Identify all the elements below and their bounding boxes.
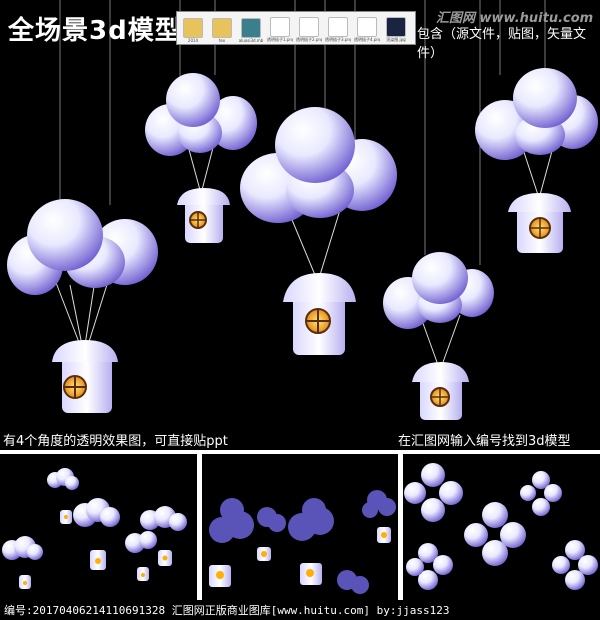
image-file-icon — [386, 17, 406, 37]
preview-panel-front — [0, 455, 197, 600]
file-thumbnail: aluosi3d.mb — [238, 13, 264, 43]
file-thumbnail-label: tex — [218, 38, 226, 43]
page-title: 全场景3d模型 — [8, 16, 182, 46]
file-thumbnail: 渲染图.jpg — [383, 13, 409, 43]
image-file-icon — [270, 17, 290, 37]
balloon-house-upper-right — [475, 68, 598, 253]
folder-icon — [212, 18, 232, 38]
folder-icon — [183, 18, 203, 38]
file-thumbnails: 2014 tex aluosi3d.mb 透明插子1.png 透明插子2.png 透明插子… — [176, 11, 416, 45]
file-thumbnail: 2014 — [180, 13, 206, 43]
balloon-house-right — [383, 252, 494, 420]
balloon-house-center — [240, 107, 397, 355]
balloon-house-left — [7, 199, 158, 413]
divider-horizontal — [0, 450, 600, 454]
main-scene — [0, 0, 600, 450]
includes-text: 包含（源文件，贴图，矢量文件） — [417, 27, 587, 61]
image-file-icon — [299, 17, 319, 37]
file-thumbnail-label: 渲染图.jpg — [386, 37, 406, 42]
file-thumbnail-label: 透明插子1.png — [267, 37, 293, 42]
maya-file-icon — [241, 18, 261, 38]
file-thumbnail-label: 透明插子2.png — [296, 37, 322, 42]
file-thumbnail: 透明插子4.png — [354, 13, 380, 43]
file-thumbnail: tex — [209, 13, 235, 43]
balloon-house-upper-left — [145, 73, 257, 243]
file-thumbnail-label: 透明插子4.png — [354, 37, 380, 42]
file-thumbnail-label: aluosi3d.mb — [238, 38, 264, 43]
preview-panel-side — [202, 455, 398, 600]
file-thumbnail: 透明插子1.png — [267, 13, 293, 43]
file-thumbnail-label: 透明插子3.png — [325, 37, 351, 42]
image-file-icon — [357, 17, 377, 37]
caption-right: 在汇图网输入编号找到3d模型 — [398, 434, 571, 449]
caption-left: 有4个角度的透明效果图，可直接贴ppt — [3, 434, 228, 449]
file-thumbnail: 透明插子2.png — [296, 13, 322, 43]
file-thumbnail: 透明插子3.png — [325, 13, 351, 43]
preview-panel-top — [403, 455, 600, 600]
footer-text: 编号:20170406214110691328 汇图网正版商业图库[www.hu… — [4, 604, 450, 617]
file-thumbnail-label: 2014 — [187, 38, 199, 43]
image-file-icon — [328, 17, 348, 37]
